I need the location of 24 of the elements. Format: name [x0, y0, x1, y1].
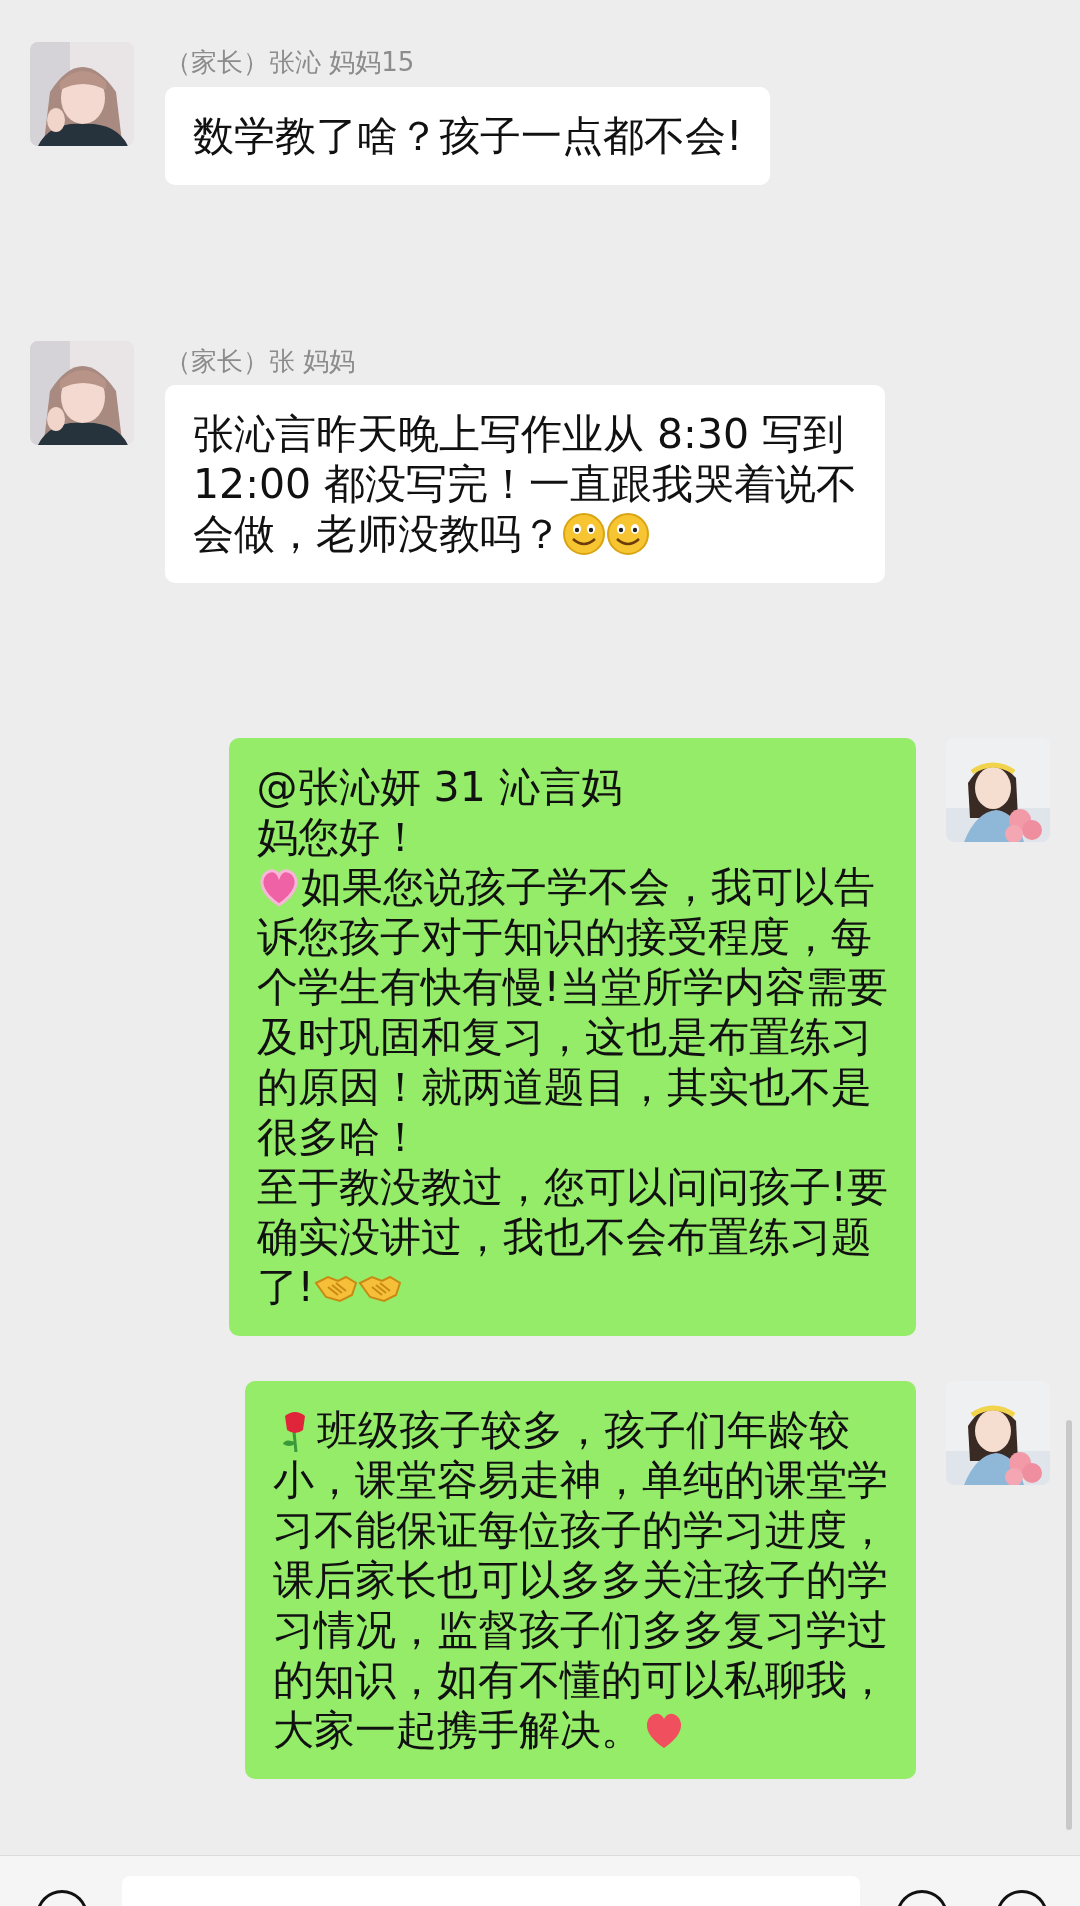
- message-text: 确实没讲过，我也不会布置练习题: [256, 1212, 872, 1263]
- message-text: 诉您孩子对于知识的接受程度，每: [256, 912, 872, 963]
- message-text: 会做，老师没教吗？: [193, 509, 562, 560]
- message-text: 课后家长也可以多多关注孩子的学: [273, 1555, 888, 1606]
- message-text: 数学教了啥？孩子一点都不会!: [193, 110, 743, 161]
- message-text: 很多哈！: [256, 1112, 421, 1163]
- message-text: 了!: [256, 1262, 314, 1313]
- message-text: 习不能保证每位孩子的学习进度，: [273, 1505, 888, 1556]
- message-text: 张沁言昨天晚上写作业从 8:30 写到: [193, 409, 845, 460]
- message-text: 至于教没教过，您可以问问孩子!要: [256, 1162, 888, 1213]
- message-text: 及时巩固和复习，这也是布置练习: [256, 1012, 872, 1063]
- message-text: 的知识，如有不懂的可以私聊我，: [273, 1655, 888, 1706]
- message-text: 如果您说孩子学不会，我可以告: [300, 862, 875, 913]
- sender-name: （家长）张 妈妈: [165, 346, 357, 376]
- message-text: 个学生有快有慢!当堂所学内容需要: [256, 962, 888, 1013]
- message-text: 小，课堂容易走神，单纯的课堂学: [273, 1455, 888, 1506]
- message-text: 妈您好！: [256, 812, 421, 863]
- sender-name: （家长）张沁 妈妈15: [165, 48, 416, 77]
- message-text: 班级孩子较多，孩子们年龄较: [317, 1405, 850, 1456]
- message-text: 大家一起携手解决。: [273, 1705, 642, 1756]
- message-text: 的原因！就两道题目，其实也不是: [256, 1062, 872, 1113]
- message-text: @张沁妍 31 沁言妈: [256, 762, 622, 813]
- message-text: 12:00 都没写完！一直跟我哭着说不: [193, 459, 858, 510]
- message-text: 习情况，监督孩子们多多复习学过: [273, 1605, 888, 1656]
